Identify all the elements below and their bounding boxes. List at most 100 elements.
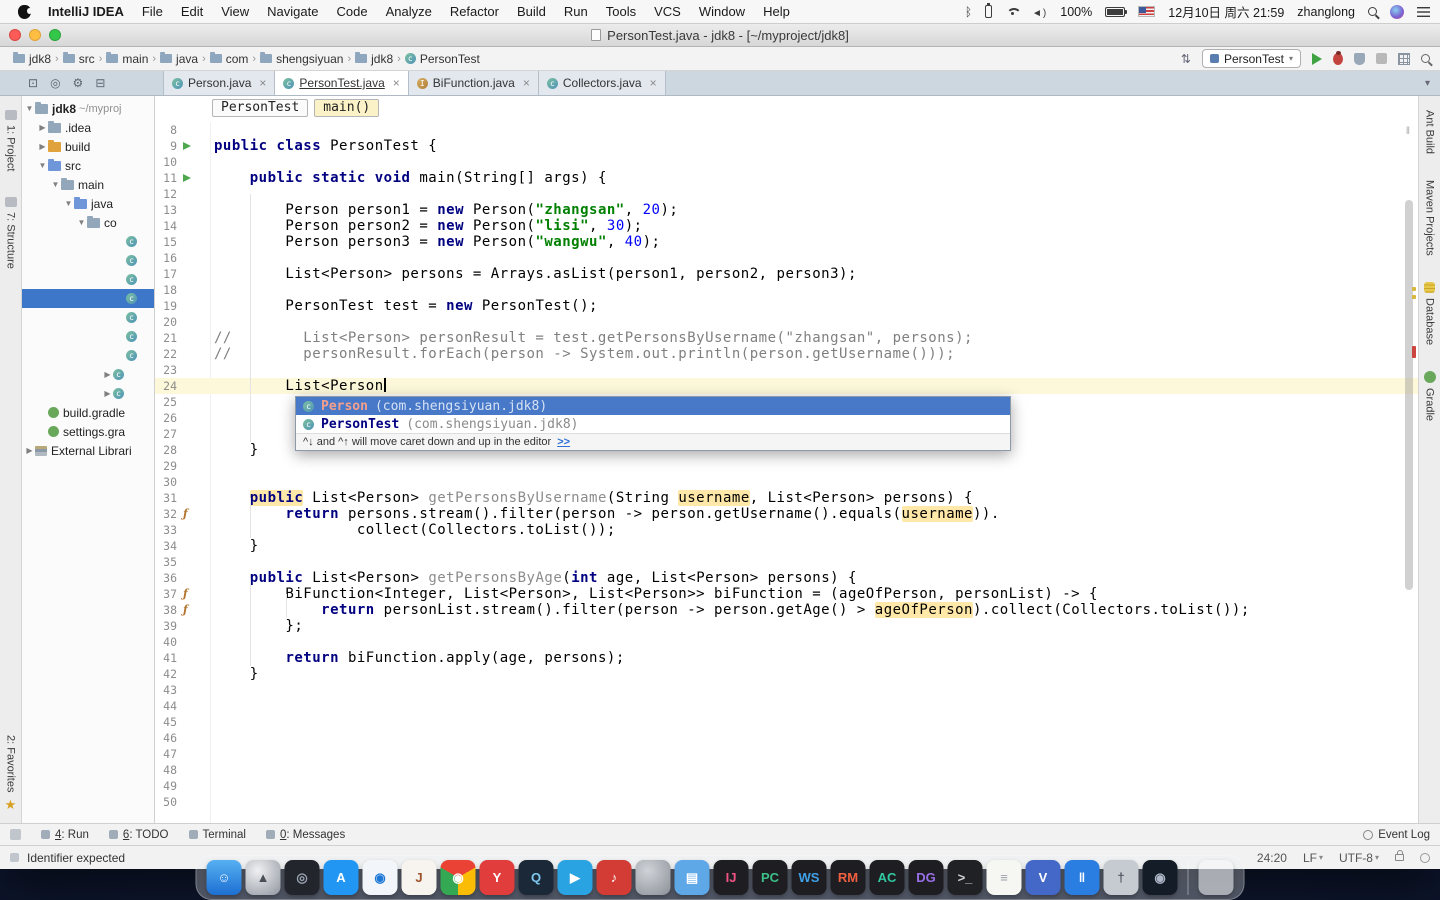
tree-row[interactable]: ▶ c — [22, 365, 154, 384]
dock-telegram-icon[interactable]: ▶ — [557, 860, 593, 895]
code-line[interactable]: 49 — [155, 778, 1418, 794]
tool-stripe-button[interactable]: Ant Build — [1424, 110, 1436, 154]
tree-row[interactable]: c — [22, 346, 154, 365]
gutter-marker-icon[interactable]: ƒ — [183, 603, 188, 616]
dock-app-store-icon[interactable]: A — [323, 860, 359, 895]
dock-parallels-icon[interactable]: ‖ — [1064, 860, 1100, 895]
chevron-collapsed-icon[interactable]: ▶ — [102, 370, 113, 379]
chevron-collapsed-icon[interactable]: ▶ — [37, 123, 48, 132]
dock-java-icon[interactable]: J — [401, 860, 437, 895]
battery-vertical-icon[interactable] — [985, 3, 993, 18]
dock-visual-studio-icon[interactable]: V — [1025, 860, 1061, 895]
tree-row[interactable]: c — [22, 289, 154, 308]
search-everywhere-icon[interactable] — [1421, 54, 1430, 63]
tree-row[interactable]: ▼ java — [22, 194, 154, 213]
tree-row[interactable]: settings.gra — [22, 422, 154, 441]
code-line[interactable]: 9 public class PersonTest { — [155, 138, 1418, 154]
code-line[interactable]: 35 — [155, 554, 1418, 570]
dock-music-icon[interactable]: ♪ — [596, 860, 632, 895]
warning-stripe-mark[interactable] — [1412, 287, 1416, 291]
code-line[interactable]: 38 ƒ return personList.stream().filter(pe… — [155, 602, 1418, 618]
lock-icon[interactable] — [1395, 850, 1404, 861]
editor-tab[interactable]: c Collectors.java × — [538, 71, 666, 95]
menu-item[interactable]: Window — [690, 4, 754, 19]
chevron-expanded-icon[interactable]: ▼ — [37, 161, 48, 170]
code-line[interactable]: 45 — [155, 714, 1418, 730]
code-line[interactable]: 12 — [155, 186, 1418, 202]
tool-stripe-button[interactable]: 2: Favorites ★ — [5, 735, 17, 813]
tree-row[interactable]: ▶ .idea — [22, 118, 154, 137]
tool-window-button[interactable]: 0: Messages — [265, 829, 345, 841]
tree-row[interactable]: ▶ External Librari — [22, 441, 154, 460]
menu-item[interactable]: VCS — [645, 4, 690, 19]
completion-item[interactable]: c Person (com.shengsiyuan.jdk8) — [296, 397, 1010, 415]
tool-window-button[interactable]: 4: Run — [41, 829, 89, 841]
tree-row[interactable]: c — [22, 232, 154, 251]
code-line[interactable]: 8 — [155, 122, 1418, 138]
code-line[interactable]: 36 public List<Person> getPersonsByAge(i… — [155, 570, 1418, 586]
editor[interactable]: PersonTest main() 8 9 public class PersonT… — [155, 96, 1418, 823]
dock-intellij-icon[interactable]: IJ — [713, 860, 749, 895]
tool-stripe-button[interactable]: Gradle — [1423, 370, 1436, 421]
battery-icon[interactable] — [1105, 6, 1128, 17]
sort-icon[interactable]: ⇅ — [1181, 52, 1191, 66]
code-line[interactable]: 10 — [155, 154, 1418, 170]
menu-item[interactable]: IntelliJ IDEA — [39, 4, 133, 19]
code-line[interactable]: 16 — [155, 250, 1418, 266]
dock-safari-icon[interactable]: ◉ — [362, 860, 398, 895]
menu-item[interactable]: Analyze — [377, 4, 441, 19]
window-titlebar[interactable]: PersonTest.java - jdk8 - [~/myproject/jd… — [0, 24, 1440, 47]
editor-tab[interactable]: I BiFunction.java × — [408, 71, 539, 95]
code-line[interactable]: 47 — [155, 746, 1418, 762]
code-area[interactable]: 8 9 public class PersonTest {10 11 public s… — [155, 122, 1418, 810]
search-icon[interactable] — [1368, 7, 1377, 16]
dock-pycharm-icon[interactable]: PC — [752, 860, 788, 895]
dock-steam-icon[interactable]: ◉ — [1142, 860, 1178, 895]
breadcrumb-method[interactable]: main() — [314, 99, 380, 117]
tree-row[interactable]: ▶ build — [22, 137, 154, 156]
code-line[interactable]: 34 } — [155, 538, 1418, 554]
tree-row[interactable]: ▼ main — [22, 175, 154, 194]
menu-item[interactable]: View — [212, 4, 258, 19]
tree-row[interactable]: ▼ src — [22, 156, 154, 175]
dock-utility-icon[interactable]: † — [1103, 860, 1139, 895]
editor-tab[interactable]: c Person.java × — [163, 71, 276, 95]
run-gutter-icon[interactable] — [183, 173, 191, 182]
code-line[interactable]: 32 ƒ return persons.stream().filter(perso… — [155, 506, 1418, 522]
chevron-collapsed-icon[interactable]: ▶ — [102, 389, 113, 398]
code-line[interactable]: 40 — [155, 634, 1418, 650]
status-user[interactable]: zhanglong — [1297, 5, 1355, 19]
tool-window-button[interactable]: 6: TODO — [108, 829, 169, 841]
code-line[interactable]: 14 Person person2 = new Person("lisi", 3… — [155, 218, 1418, 234]
close-tab-icon[interactable]: × — [650, 76, 657, 90]
breadcrumb-item[interactable]: jdk8 — [352, 52, 396, 66]
stop-button[interactable] — [1376, 53, 1387, 64]
tool-window-button[interactable]: Terminal — [188, 829, 246, 841]
menu-item[interactable]: File — [133, 4, 172, 19]
tool-stripe-button[interactable]: 7: Structure — [4, 197, 17, 269]
hector-inspection-icon[interactable] — [1420, 852, 1430, 863]
code-line[interactable]: 41 return biFunction.apply(age, persons)… — [155, 650, 1418, 666]
tree-row[interactable]: c — [22, 308, 154, 327]
run-configuration-select[interactable]: PersonTest ▾ — [1201, 49, 1301, 68]
tab-list-icon[interactable]: ▾ — [1425, 78, 1430, 89]
volume-icon[interactable] — [1032, 4, 1047, 19]
siri-icon[interactable] — [1390, 4, 1404, 19]
breadcrumb-item[interactable]: src — [60, 52, 98, 66]
wifi-icon[interactable] — [1005, 7, 1019, 17]
menu-item[interactable]: Build — [508, 4, 555, 19]
chevron-expanded-icon[interactable]: ▼ — [63, 199, 74, 208]
menu-item[interactable]: Run — [555, 4, 597, 19]
code-line[interactable]: 44 — [155, 698, 1418, 714]
close-window-button[interactable] — [9, 29, 21, 41]
dock-webstorm-icon[interactable]: WS — [791, 860, 827, 895]
dock-finder-icon[interactable]: ☺ — [206, 860, 242, 895]
gutter-marker-icon[interactable]: ƒ — [183, 507, 188, 520]
code-line[interactable]: 19 PersonTest test = new PersonTest(); — [155, 298, 1418, 314]
code-line[interactable]: 21 // List<Person> personResult = test.ge… — [155, 330, 1418, 346]
menu-item[interactable]: Code — [327, 4, 376, 19]
code-line[interactable]: 20 — [155, 314, 1418, 330]
tree-row[interactable]: c — [22, 251, 154, 270]
locate-icon[interactable]: ◎ — [50, 76, 60, 90]
breadcrumb-item[interactable]: c PersonTest — [402, 52, 483, 66]
